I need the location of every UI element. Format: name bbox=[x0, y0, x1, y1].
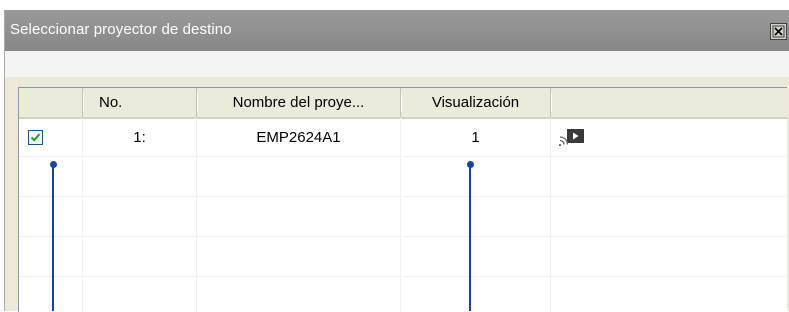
status-cell bbox=[551, 158, 787, 197]
dialog-toolbar-strip bbox=[5, 51, 789, 77]
display-cell bbox=[401, 278, 551, 312]
dialog-title: Seleccionar proyector de destino bbox=[10, 21, 232, 38]
number-cell bbox=[83, 158, 197, 197]
display-cell bbox=[401, 238, 551, 277]
number-cell bbox=[83, 198, 197, 237]
projector-cast-icon bbox=[559, 129, 584, 146]
number-cell bbox=[83, 278, 197, 312]
table-row[interactable] bbox=[19, 158, 787, 197]
display-cell bbox=[401, 158, 551, 197]
status-cell bbox=[551, 118, 787, 157]
checkbox-callout-line bbox=[52, 164, 54, 311]
page-background bbox=[0, 0, 789, 10]
column-header-display[interactable]: Visualización bbox=[401, 88, 552, 117]
projector-name-cell bbox=[197, 278, 401, 312]
display-cell bbox=[401, 198, 551, 237]
column-header-projector-name[interactable]: Nombre del proye... bbox=[197, 88, 402, 117]
title-bar: Seleccionar proyector de destino bbox=[5, 10, 789, 51]
select-cell bbox=[19, 118, 83, 157]
close-icon bbox=[772, 25, 785, 38]
projector-list[interactable]: No. Nombre del proye... Visualización 1:… bbox=[18, 87, 787, 312]
projector-checkbox[interactable] bbox=[28, 130, 43, 145]
select-cell bbox=[19, 198, 83, 237]
table-row[interactable] bbox=[19, 198, 787, 237]
select-target-projector-dialog: Seleccionar proyector de destino No. Nom… bbox=[4, 10, 789, 312]
status-cell bbox=[551, 238, 787, 277]
select-cell bbox=[19, 238, 83, 277]
table-row[interactable]: 1: EMP2624A1 1 bbox=[19, 118, 787, 157]
checkmark-icon bbox=[30, 133, 41, 142]
column-header-select[interactable] bbox=[19, 88, 84, 117]
projector-name-cell bbox=[197, 238, 401, 277]
status-cell bbox=[551, 198, 787, 237]
display-callout-line bbox=[469, 164, 471, 311]
number-cell bbox=[83, 238, 197, 277]
projector-name-cell bbox=[197, 198, 401, 237]
projector-name-cell bbox=[197, 158, 401, 197]
table-row[interactable] bbox=[19, 278, 787, 312]
display-cell: 1 bbox=[401, 118, 551, 157]
number-cell: 1: bbox=[83, 118, 197, 157]
list-header: No. Nombre del proye... Visualización bbox=[19, 88, 787, 119]
table-row[interactable] bbox=[19, 238, 787, 277]
column-header-status[interactable] bbox=[551, 88, 787, 117]
select-cell bbox=[19, 278, 83, 312]
column-header-number[interactable]: No. bbox=[83, 88, 198, 117]
projector-name-cell: EMP2624A1 bbox=[197, 118, 401, 157]
close-button[interactable] bbox=[770, 23, 787, 40]
status-cell bbox=[551, 278, 787, 312]
